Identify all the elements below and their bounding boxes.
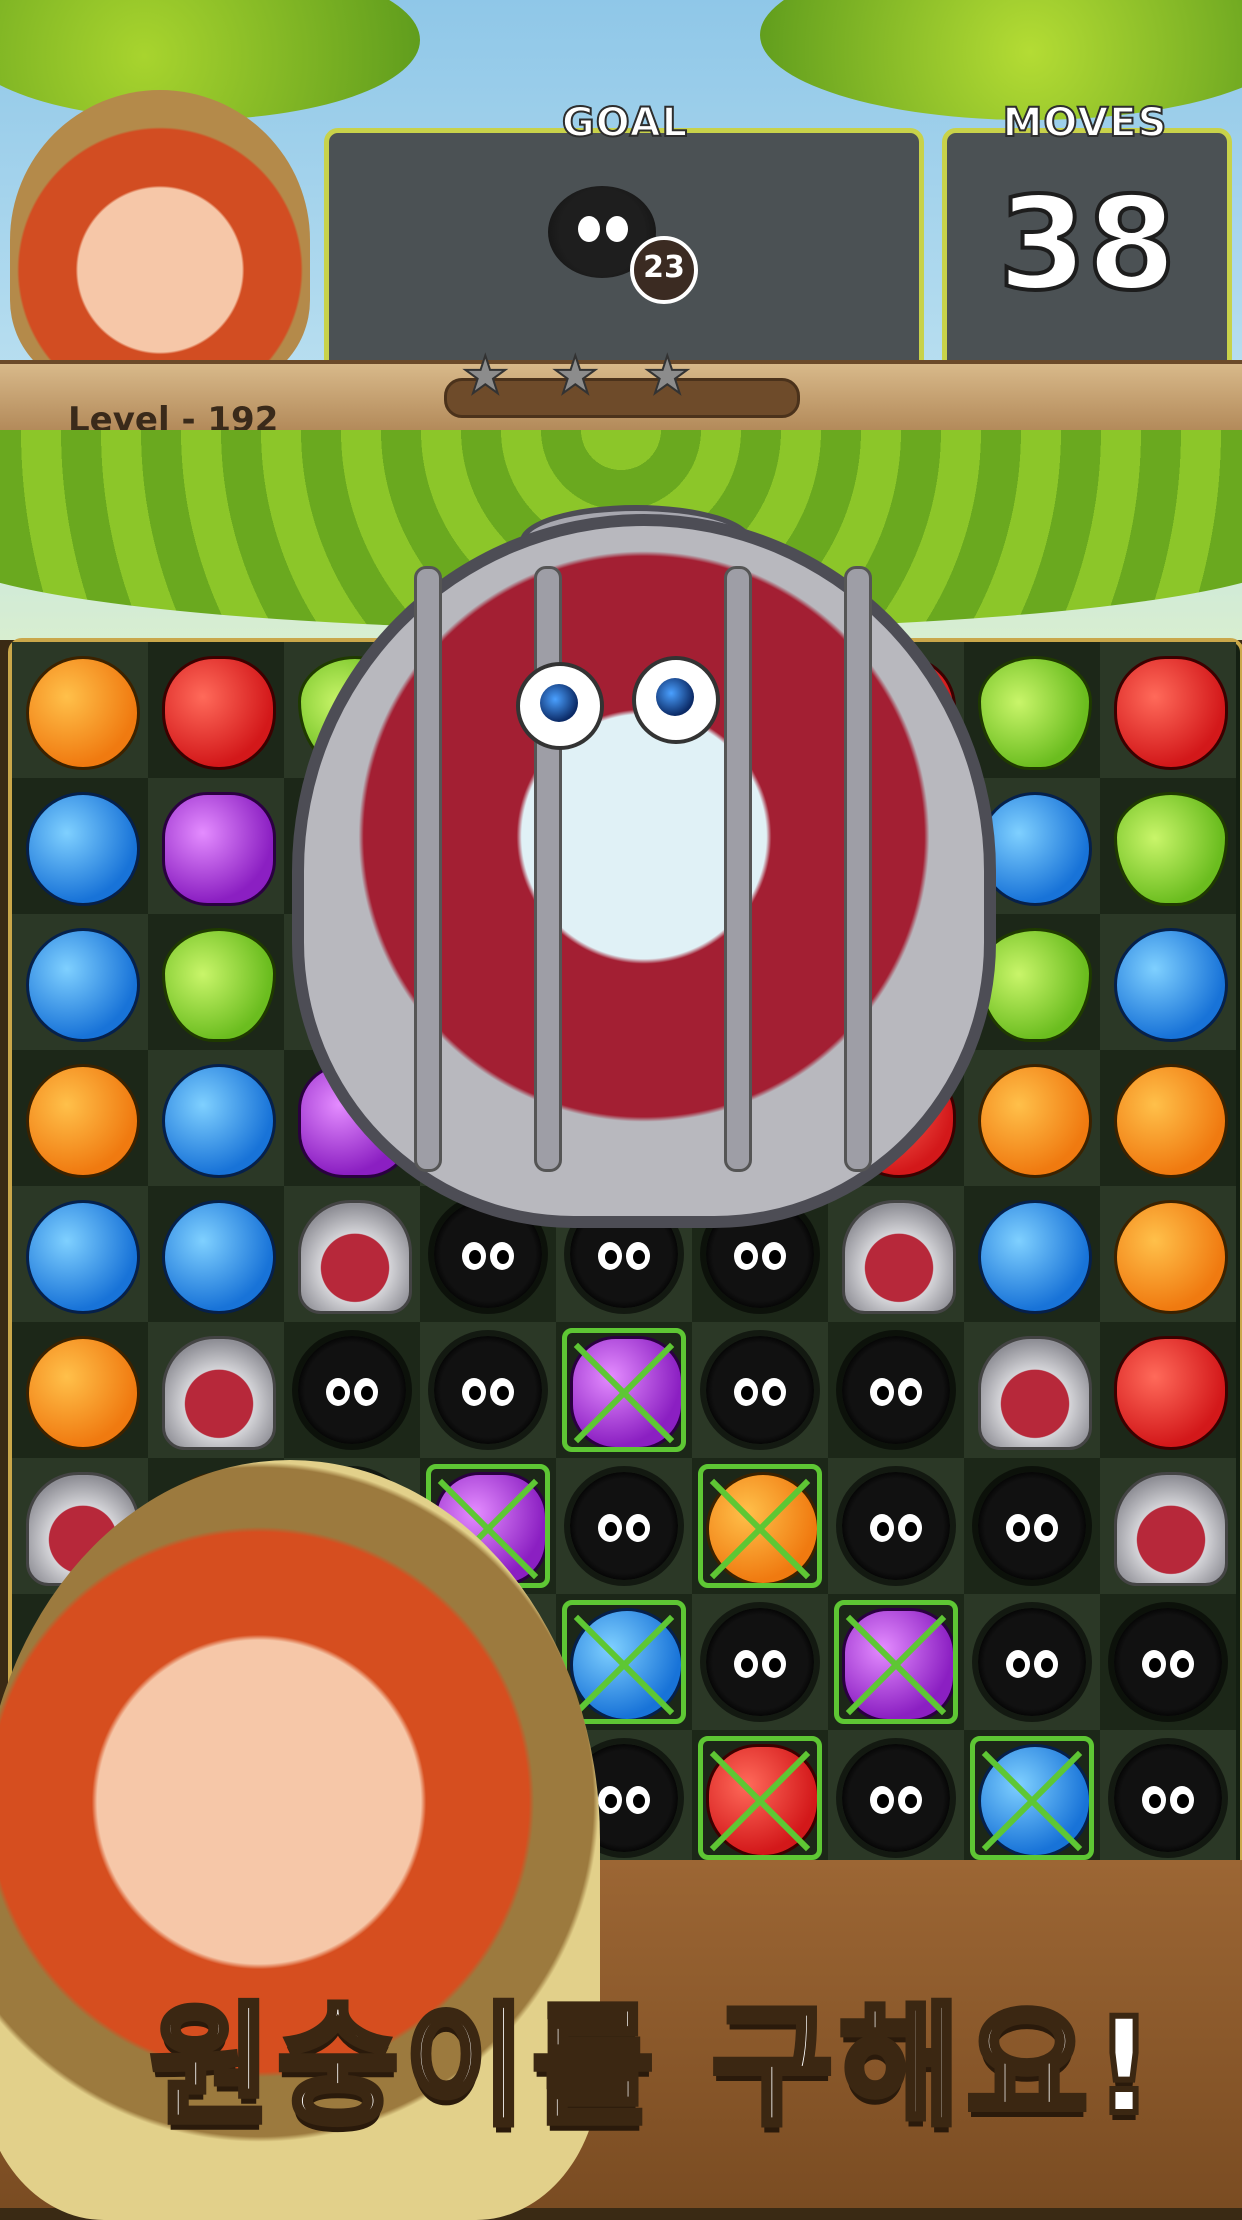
board-tile[interactable] (964, 1050, 1100, 1186)
monkey-cage-icon (1114, 1472, 1228, 1586)
board-tile[interactable] (692, 1594, 828, 1730)
soot-icon (434, 1336, 542, 1444)
orange-icon (26, 1064, 140, 1178)
player-avatar (10, 90, 310, 390)
soot-icon (706, 1336, 814, 1444)
board-tile[interactable] (556, 1458, 692, 1594)
board-tile[interactable] (692, 1322, 828, 1458)
board-tile[interactable] (1100, 642, 1236, 778)
board-tile[interactable] (964, 642, 1100, 778)
vine-lock-icon (562, 1600, 686, 1724)
soot-icon (1114, 1608, 1222, 1716)
board-tile[interactable] (1100, 1730, 1236, 1866)
board-tile[interactable] (148, 778, 284, 914)
vine-lock-icon (834, 1600, 958, 1724)
board-tile[interactable] (284, 1322, 420, 1458)
board-tile[interactable] (828, 1458, 964, 1594)
board-tile[interactable] (1100, 1322, 1236, 1458)
board-tile[interactable] (1100, 1050, 1236, 1186)
orange-icon (26, 656, 140, 770)
board-tile[interactable] (964, 1458, 1100, 1594)
monkey-cage-icon (842, 1200, 956, 1314)
soot-icon (978, 1472, 1086, 1580)
board-tile[interactable] (12, 1050, 148, 1186)
board-tile[interactable] (964, 1594, 1100, 1730)
promo-caption: 원숭이를 구해요! (147, 1987, 1161, 2147)
board-tile[interactable] (964, 1322, 1100, 1458)
star-2-icon: ★ (551, 345, 600, 407)
board-tile[interactable] (828, 1730, 964, 1866)
blueberry-icon (26, 928, 140, 1042)
board-tile[interactable] (1100, 778, 1236, 914)
orange-icon (1114, 1064, 1228, 1178)
pear-icon (1114, 792, 1228, 906)
blueberry-icon (162, 1064, 276, 1178)
monkey-cage-icon (298, 1200, 412, 1314)
monkey-eye-left (516, 662, 604, 750)
goal-title: GOAL (561, 99, 689, 147)
orange-icon (26, 1336, 140, 1450)
caged-monkey-illustration (292, 514, 996, 1228)
goal-remaining-badge: 23 (630, 236, 698, 304)
board-tile[interactable] (828, 1594, 964, 1730)
board-tile[interactable] (148, 1186, 284, 1322)
soot-icon (978, 1608, 1086, 1716)
board-tile[interactable] (1100, 914, 1236, 1050)
board-tile[interactable] (420, 1322, 556, 1458)
board-tile[interactable] (12, 1186, 148, 1322)
board-tile[interactable] (148, 1050, 284, 1186)
soot-icon (298, 1336, 406, 1444)
board-tile[interactable] (148, 1322, 284, 1458)
soot-icon (1114, 1744, 1222, 1852)
blueberry-icon (162, 1200, 276, 1314)
board-tile[interactable] (1100, 1186, 1236, 1322)
blueberry-icon (1114, 928, 1228, 1042)
board-tile[interactable] (692, 1458, 828, 1594)
pear-icon (162, 928, 276, 1042)
board-tile[interactable] (556, 1322, 692, 1458)
board-tile[interactable] (12, 642, 148, 778)
board-tile[interactable] (828, 1186, 964, 1322)
board-tile[interactable] (1100, 1458, 1236, 1594)
soot-icon (570, 1472, 678, 1580)
board-tile[interactable] (12, 778, 148, 914)
vine-lock-icon (562, 1328, 686, 1452)
blueberry-icon (978, 1200, 1092, 1314)
star-1-icon: ★ (461, 345, 510, 407)
soot-icon (842, 1744, 950, 1852)
board-tile[interactable] (12, 1322, 148, 1458)
orange-icon (978, 1064, 1092, 1178)
board-tile[interactable] (964, 1730, 1100, 1866)
monkey-cage-icon (978, 1336, 1092, 1450)
vine-lock-icon (970, 1736, 1094, 1860)
grape-icon (162, 792, 276, 906)
strawberry-icon (1114, 656, 1228, 770)
strawberry-icon (1114, 1336, 1228, 1450)
blueberry-icon (26, 792, 140, 906)
orange-icon (1114, 1200, 1228, 1314)
vine-lock-icon (698, 1464, 822, 1588)
pear-icon (978, 656, 1092, 770)
board-tile[interactable] (692, 1730, 828, 1866)
vine-lock-icon (698, 1736, 822, 1860)
soot-icon (842, 1472, 950, 1580)
soot-icon (706, 1608, 814, 1716)
strawberry-icon (162, 656, 276, 770)
board-tile[interactable] (148, 914, 284, 1050)
board-tile[interactable] (284, 1186, 420, 1322)
board-tile[interactable] (12, 914, 148, 1050)
monkey-eye-right (632, 656, 720, 744)
board-tile[interactable] (1100, 1594, 1236, 1730)
board-tile[interactable] (964, 1186, 1100, 1322)
monkey-cage-icon (162, 1336, 276, 1450)
blueberry-icon (26, 1200, 140, 1314)
star-3-icon: ★ (643, 345, 692, 407)
board-tile[interactable] (828, 1322, 964, 1458)
moves-counter: 38 (996, 168, 1178, 321)
soot-icon (842, 1336, 950, 1444)
moves-title: MOVES (1002, 99, 1168, 147)
board-tile[interactable] (148, 642, 284, 778)
